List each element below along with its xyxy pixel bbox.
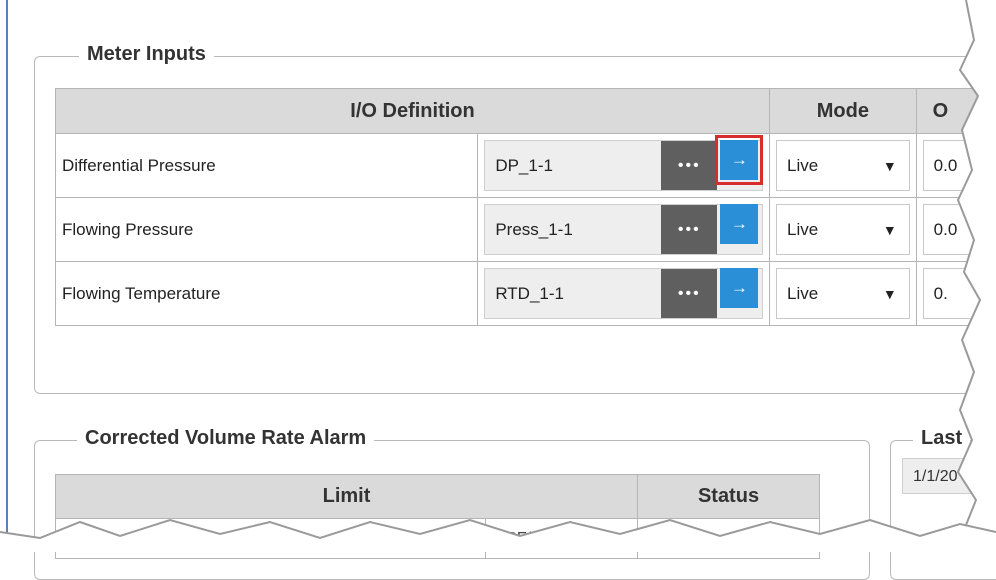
chevron-down-icon: ▼	[882, 285, 897, 302]
meter-inputs-table: I/O Definition Mode O Differential Press…	[54, 88, 996, 326]
link-arrow-button[interactable]: →	[720, 204, 759, 244]
torn-edge-right	[956, 0, 996, 552]
mode-select[interactable]: Live ▼	[776, 140, 910, 191]
meter-inputs-header-row: I/O Definition Mode O	[54, 88, 996, 134]
right-arrow-icon: →	[730, 150, 748, 169]
right-arrow-icon: →	[730, 278, 748, 297]
mode-value: Live	[787, 283, 819, 303]
mode-value: Live	[787, 219, 819, 239]
browse-button[interactable]: •••	[661, 269, 718, 318]
io-value-cell: RTD_1-1 ••• →	[477, 261, 771, 326]
meter-inputs-title: Meter Inputs	[79, 43, 214, 66]
table-row: Differential Pressure DP_1-1 ••• → Live …	[54, 133, 996, 198]
table-row: Flowing Temperature RTD_1-1 ••• → Live ▼…	[54, 261, 996, 326]
io-name-cell: Differential Pressure	[54, 133, 479, 198]
mode-cell: Live ▼	[769, 197, 917, 262]
browse-button[interactable]: •••	[661, 205, 718, 254]
io-value-cell: DP_1-1 ••• →	[477, 133, 771, 198]
right-arrow-icon: →	[730, 214, 748, 233]
io-definition-header: I/O Definition	[54, 88, 771, 134]
io-name-cell: Flowing Temperature	[54, 261, 479, 326]
mode-select[interactable]: Live ▼	[776, 204, 910, 255]
browse-button[interactable]: •••	[661, 141, 718, 190]
mode-cell: Live ▼	[769, 133, 917, 198]
chevron-down-icon: ▼	[882, 221, 897, 238]
window-left-border	[6, 0, 8, 552]
table-row: Flowing Pressure Press_1-1 ••• → Live ▼ …	[54, 197, 996, 262]
mode-value: Live	[787, 155, 819, 175]
io-value-text: DP_1-1	[495, 155, 553, 175]
torn-edge-bottom	[0, 518, 996, 552]
link-arrow-button[interactable]: →	[720, 268, 759, 308]
io-value-text: Press_1-1	[495, 219, 573, 239]
io-value-cell: Press_1-1 ••• →	[477, 197, 771, 262]
mode-header: Mode	[769, 88, 917, 134]
io-value-text: RTD_1-1	[495, 283, 564, 303]
mode-select[interactable]: Live ▼	[776, 268, 910, 319]
io-name-cell: Flowing Pressure	[54, 197, 479, 262]
chevron-down-icon: ▼	[882, 157, 897, 174]
link-arrow-button[interactable]: →	[715, 135, 764, 185]
corrected-volume-rate-alarm-title: Corrected Volume Rate Alarm	[77, 427, 375, 450]
mode-cell: Live ▼	[769, 261, 917, 326]
